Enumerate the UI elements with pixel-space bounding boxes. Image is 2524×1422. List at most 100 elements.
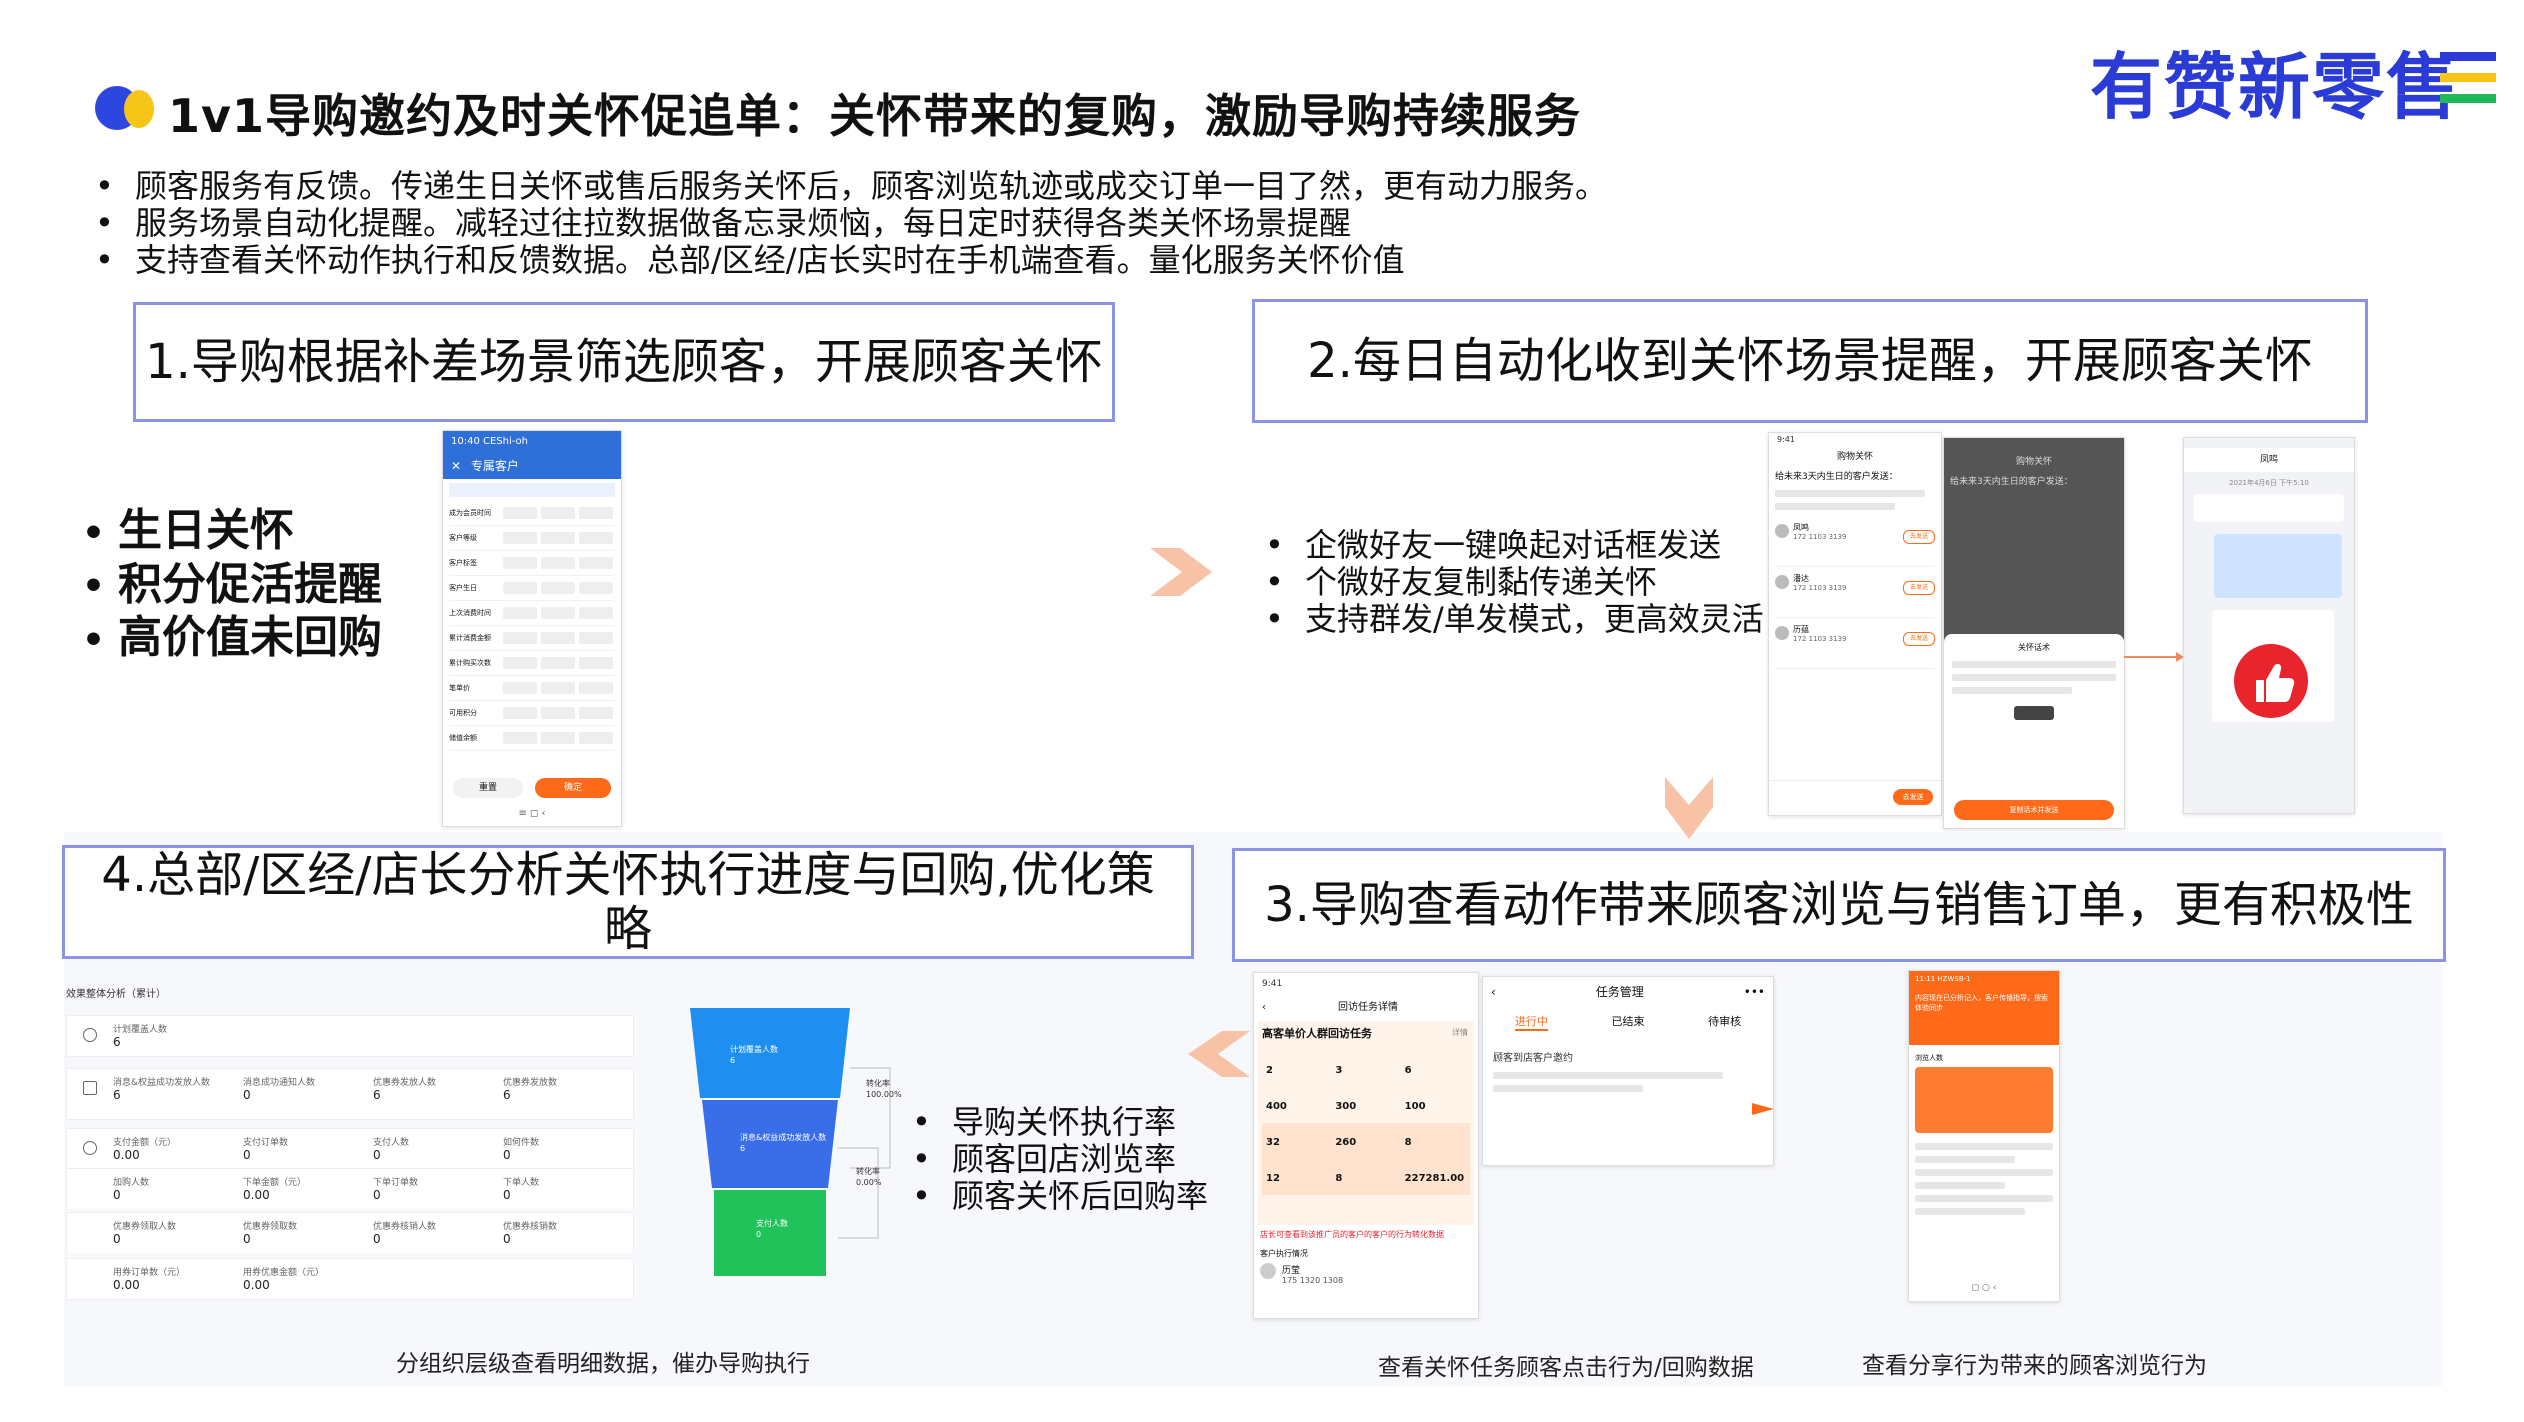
- filter-row[interactable]: 储值余额: [449, 726, 615, 751]
- filter-chip[interactable]: [541, 607, 575, 619]
- copy-and-send-button[interactable]: 复制话术并发送: [1954, 800, 2114, 820]
- arrow-right-icon: [1150, 548, 1212, 596]
- confirm-button[interactable]: 确定: [535, 778, 611, 798]
- filter-chip[interactable]: [541, 657, 575, 669]
- stats-row: 支付金额（元） 0.00 支付订单数 0 支付人数 0 如何件数 0: [66, 1128, 634, 1169]
- stat-label: 支付金额（元）: [113, 1138, 177, 1148]
- filter-chip[interactable]: [541, 507, 575, 519]
- stat-value: 0: [243, 1232, 251, 1246]
- step1-title: 1.导购根据补差场景筛选顾客，开展顾客关怀: [145, 334, 1103, 390]
- filter-chip[interactable]: [541, 632, 575, 644]
- task-metric-row: 400 300 100: [1262, 1087, 1470, 1123]
- phone-status-bar: 9:41: [1777, 435, 1795, 444]
- task-detail-link[interactable]: 详情: [1452, 1027, 1468, 1038]
- filter-chip[interactable]: [503, 632, 537, 644]
- filter-row[interactable]: 累计消费金额: [449, 626, 615, 651]
- chat-phone: 凤鸣 2021年4月6日 下午5:10: [2183, 437, 2355, 814]
- task-item[interactable]: 顾客到店客户邀约: [1493, 1049, 1763, 1064]
- task-manage-panel: ‹ 任务管理 ••• 进行中 已结束 待审核 顾客到店客户邀约: [1482, 976, 1774, 1166]
- filter-row[interactable]: 客户标签: [449, 551, 615, 576]
- filter-row[interactable]: 可用积分: [449, 701, 615, 726]
- filter-chip[interactable]: [503, 532, 537, 544]
- filter-chip[interactable]: [579, 657, 613, 669]
- customer-phone: 175 1320 1308: [1282, 1276, 1344, 1285]
- filter-chip[interactable]: [579, 607, 613, 619]
- stat-label: 优惠券领取人数: [113, 1222, 177, 1232]
- task-metric: 400: [1266, 1101, 1287, 1112]
- reset-button[interactable]: 重置: [453, 778, 523, 798]
- back-icon[interactable]: ‹: [1491, 977, 1496, 1007]
- filter-chip[interactable]: [579, 507, 613, 519]
- more-icon[interactable]: •••: [1744, 977, 1765, 1007]
- phone-nav-title: 专属客户: [470, 459, 519, 473]
- task-list-title: 客户执行情况: [1260, 1249, 1308, 1258]
- filter-row[interactable]: 累计购买次数: [449, 651, 615, 676]
- back-icon[interactable]: ‹: [1262, 995, 1266, 1021]
- chat-bubble: [2214, 534, 2342, 598]
- stat-label: 下单金额（元）: [243, 1178, 307, 1188]
- filter-chip[interactable]: [579, 682, 613, 694]
- tab-in-progress[interactable]: 进行中: [1514, 1013, 1548, 1031]
- step2-point: 支持群发/单发模式，更高效灵活: [1265, 601, 1764, 638]
- task-customer-row[interactable]: 历莹 175 1320 1308: [1260, 1263, 1472, 1285]
- filter-row[interactable]: 笔单价: [449, 676, 615, 701]
- filter-chip[interactable]: [579, 532, 613, 544]
- coin-icon: [83, 1141, 97, 1155]
- filter-chip[interactable]: [579, 632, 613, 644]
- filter-row[interactable]: 成为会员时间: [449, 501, 615, 526]
- copy-text-icon[interactable]: [2014, 706, 2054, 720]
- arrow-down-icon: [1665, 777, 1713, 839]
- stat-value: 0: [113, 1232, 121, 1246]
- stat-label: 优惠券核销数: [503, 1222, 558, 1232]
- stat-cell: 优惠券核销人数 0: [373, 1219, 436, 1246]
- filter-chip[interactable]: [579, 582, 613, 594]
- step4-title-line1: 4.总部/区经/店长分析关怀执行进度与回购,优化策: [101, 847, 1155, 903]
- filter-chip[interactable]: [503, 682, 537, 694]
- send-button[interactable]: 去发送: [1903, 581, 1935, 595]
- filter-chip[interactable]: [541, 732, 575, 744]
- filter-chip[interactable]: [541, 682, 575, 694]
- send-button[interactable]: 去发送: [1903, 632, 1935, 646]
- popup-title: 关怀话术: [2018, 643, 2050, 652]
- filter-chip[interactable]: [503, 507, 537, 519]
- tab-ended[interactable]: 已结束: [1611, 1013, 1644, 1031]
- tab-pending[interactable]: 待审核: [1708, 1013, 1741, 1031]
- step2-points: 企微好友一键唤起对话框发送 个微好友复制黏传递关怀 支持群发/单发模式，更高效灵…: [1265, 527, 1764, 638]
- filter-chip[interactable]: [579, 732, 613, 744]
- phone-nav-title: 回访任务详情: [1338, 1002, 1398, 1013]
- filter-label: 上次消费时间: [449, 609, 491, 617]
- conversion-value-2: 0.00%: [856, 1178, 882, 1187]
- stat-cell: 优惠券领取人数 0: [113, 1219, 176, 1246]
- filter-chip[interactable]: [541, 707, 575, 719]
- filter-chip[interactable]: [503, 707, 537, 719]
- task-metric: 8: [1335, 1173, 1343, 1184]
- filter-row[interactable]: 客户等级: [449, 526, 615, 551]
- user-icon: [83, 1028, 97, 1042]
- filter-row[interactable]: 客户生日: [449, 576, 615, 601]
- filter-chip[interactable]: [503, 582, 537, 594]
- document-icon: [83, 1081, 97, 1095]
- send-button[interactable]: 去发送: [1903, 530, 1935, 544]
- task-metric-row: 12 8 227281.00: [1262, 1159, 1470, 1195]
- care-phone-popup: 购物关怀 给未来3天内生日的客户发送： 关怀话术 复制话术并发送: [1943, 437, 2125, 829]
- stat-cell: 计划覆盖人数 6: [113, 1022, 167, 1049]
- filter-chip[interactable]: [503, 607, 537, 619]
- avatar: [1775, 575, 1789, 589]
- filter-chip[interactable]: [541, 532, 575, 544]
- filter-chip[interactable]: [503, 657, 537, 669]
- filter-phone: 10:40 CEShi-oh ✕ 专属客户 成为会员时间 客户等级 客户标签 客户生日…: [442, 430, 622, 827]
- filter-chip[interactable]: [579, 557, 613, 569]
- filter-row[interactable]: 上次消费时间: [449, 601, 615, 626]
- close-icon[interactable]: ✕: [451, 459, 461, 473]
- step4-box: 4.总部/区经/店长分析关怀执行进度与回购,优化策 略: [62, 845, 1194, 959]
- step2-title: 2.每日自动化收到关怀场景提醒，开展顾客关怀: [1307, 333, 2313, 389]
- send-all-button[interactable]: 去发送: [1893, 789, 1933, 805]
- stats-row: 优惠券领取人数 0 优惠券领取数 0 优惠券核销人数 0 优惠券核销数 0: [66, 1212, 634, 1253]
- filter-chip[interactable]: [503, 557, 537, 569]
- funnel-value-3: 0: [756, 1230, 762, 1239]
- filter-chip[interactable]: [503, 732, 537, 744]
- thumbs-up-icon: [2234, 644, 2308, 718]
- filter-chip[interactable]: [541, 557, 575, 569]
- filter-chip[interactable]: [579, 707, 613, 719]
- filter-chip[interactable]: [541, 582, 575, 594]
